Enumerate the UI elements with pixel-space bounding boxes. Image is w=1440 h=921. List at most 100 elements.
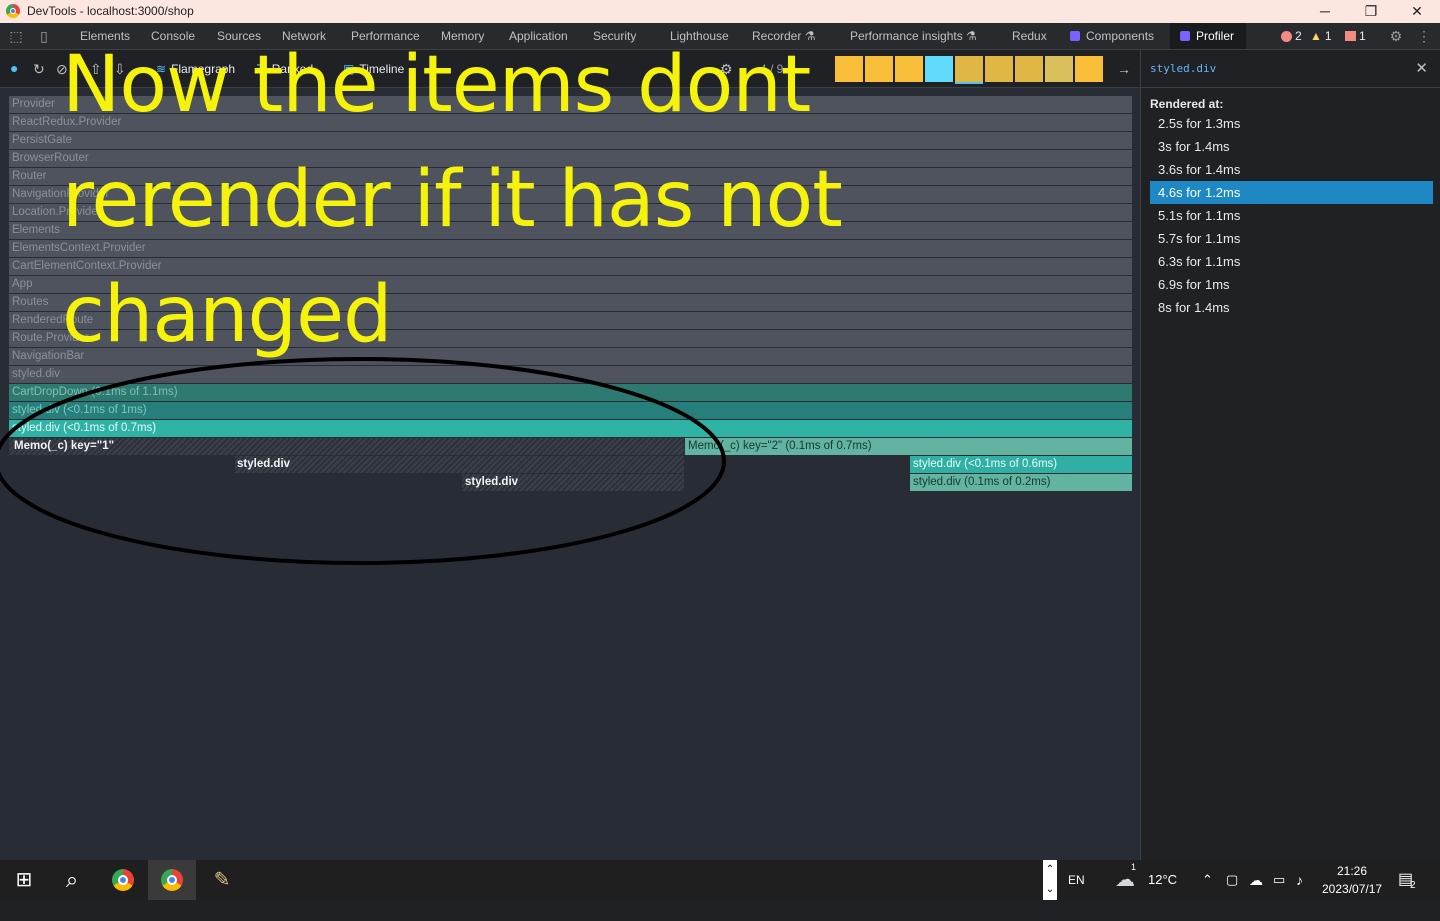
chrome-app-icon[interactable] [112,869,134,891]
selected-component-name: styled.div [1150,62,1217,75]
flamegraph-icon: ≋ [156,62,167,76]
save-profile-icon[interactable]: ⇩ [114,61,126,78]
render-list-item[interactable]: 3.6s for 1.4ms [1150,158,1433,181]
inspect-element-icon[interactable]: ⬚ [7,27,25,45]
flame-bar[interactable]: ReactRedux.Provider [9,114,1132,131]
profiler-toolbar: ● ↻ ⊘ ⇧ ⇩ ≋ Flamegraph ☰ Ranked ▣ Timeline … [0,50,1140,88]
tab-performance-insights[interactable]: Performance insights ⚗ [850,23,977,49]
render-list-item[interactable]: 5.7s for 1.1ms [1150,227,1433,250]
flame-bar[interactable]: Route.Provider [9,330,1132,347]
flame-bar[interactable]: styled.div [235,456,684,473]
meet-now-icon[interactable]: ▢ [1226,860,1238,900]
windows-start-icon[interactable]: ⊞ [0,860,48,900]
clock-date[interactable]: 2023/07/17 [1322,881,1382,921]
commit-bar[interactable] [835,56,863,82]
clear-profile-icon[interactable]: ⊘ [56,61,68,78]
flame-bar[interactable]: styled.div [9,366,1132,383]
warning-count-badge[interactable]: ▲ 1 [1310,28,1332,44]
temperature[interactable]: 12°C [1148,860,1177,900]
flame-bar[interactable]: PersistGate [9,132,1132,149]
commit-bar[interactable] [1015,56,1043,82]
language-indicator[interactable]: EN [1068,860,1085,900]
show-hidden-icons-icon[interactable]: ⌃ [1202,860,1213,900]
render-list-item[interactable]: 2.5s for 1.3ms [1150,112,1433,135]
flame-bar[interactable]: Routes [9,294,1132,311]
tab-lighthouse[interactable]: Lighthouse [670,23,729,49]
weather-alert-badge: 1 [1131,862,1137,872]
tab-sources[interactable]: Sources [217,23,261,49]
close-panel-icon[interactable]: ✕ [1415,59,1428,77]
commit-bar[interactable] [925,56,953,82]
flame-bar[interactable]: NavigationBar [9,348,1132,365]
commit-bar[interactable] [895,56,923,82]
scroll-arrows-icon[interactable]: ⌃ ⌄ [1043,860,1057,900]
restore-button[interactable]: ❐ [1348,0,1394,23]
load-profile-icon[interactable]: ⇧ [90,61,102,78]
flame-bar[interactable]: styled.div (0.1ms of 0.2ms) [910,474,1132,491]
tab-performance[interactable]: Performance [351,23,420,49]
tab-memory[interactable]: Memory [441,23,484,49]
flame-bar[interactable]: NavigationProvider [9,186,1132,203]
flamegraph-mode-button[interactable]: ≋ Flamegraph [156,62,235,76]
settings-gear-icon[interactable]: ⚙ [1387,27,1405,45]
error-count-badge[interactable]: 2 [1281,28,1302,44]
flame-bar[interactable]: Memo(_c) key="2" (0.1ms of 0.7ms) [685,438,1132,455]
reload-profile-icon[interactable]: ↻ [33,61,45,78]
tab-components[interactable]: Components [1070,23,1154,49]
flame-bar[interactable]: Location.Provider [9,204,1132,221]
flame-bar[interactable]: Memo(_c) key="1" [9,438,684,455]
tab-elements[interactable]: Elements [80,23,130,49]
tab-network[interactable]: Network [282,23,326,49]
paint-app-icon[interactable]: ✎ [200,860,244,900]
volume-icon[interactable]: ♪ [1296,860,1303,900]
render-list-item[interactable]: 6.9s for 1ms [1150,273,1433,296]
render-list-item[interactable]: 3s for 1.4ms [1150,135,1433,158]
flame-bar[interactable]: styled.div (<0.1ms of 0.6ms) [910,456,1132,473]
tab-components-label: Components [1086,29,1155,43]
commit-bar[interactable] [1075,56,1103,82]
devtools-tab-bar: ⬚ ▯ Elements Console Sources Network Per… [0,23,1440,50]
commit-bar[interactable] [865,56,893,82]
flame-bar[interactable]: CartDropDown (0.1ms of 1.1ms) [9,384,1132,401]
profiler-settings-icon[interactable]: ⚙ [720,61,733,78]
flame-bar[interactable]: CartElementContext.Provider [9,258,1132,275]
flame-bar[interactable]: BrowserRouter [9,150,1132,167]
flame-bar[interactable]: Router [9,168,1132,185]
commit-bar[interactable] [1045,56,1073,82]
flame-bar[interactable]: ElementsContext.Provider [9,240,1132,257]
onedrive-icon[interactable]: ☁ [1249,860,1263,900]
issues-count-badge[interactable]: 1 [1345,28,1366,44]
flame-bar[interactable]: styled.div (<0.1ms of 0.7ms) [9,420,1132,437]
ranked-mode-button[interactable]: ☰ Ranked [256,62,313,76]
network-icon[interactable]: ▭ [1273,860,1285,900]
record-icon[interactable]: ● [10,60,18,76]
commit-bar[interactable] [955,56,983,82]
render-list-item[interactable]: 4.6s for 1.2ms [1150,181,1433,204]
flame-bar[interactable]: App [9,276,1132,293]
flame-bar[interactable]: RenderedRoute [9,312,1132,329]
tab-profiler[interactable]: Profiler [1170,23,1247,49]
close-window-button[interactable]: ✕ [1394,0,1440,23]
minimize-button[interactable]: ─ [1302,0,1348,23]
render-list-item[interactable]: 5.1s for 1.1ms [1150,204,1433,227]
next-commit-arrow-icon[interactable]: → [1117,61,1131,77]
tab-console[interactable]: Console [151,23,195,49]
commit-bar-chart [835,56,1103,82]
render-list-item[interactable]: 8s for 1.4ms [1150,296,1433,319]
flame-bar[interactable]: styled.div [462,474,684,491]
more-options-icon[interactable]: ⋮ [1415,27,1433,45]
tab-recorder[interactable]: Recorder ⚗ [752,23,815,49]
search-icon[interactable]: ⌕ [48,860,96,900]
panel-header: styled.div ✕ [1141,50,1440,88]
chrome-devtools-app-icon[interactable] [161,869,183,891]
commit-bar[interactable] [985,56,1013,82]
device-toolbar-icon[interactable]: ▯ [35,27,53,45]
flame-bar[interactable]: Provider [9,96,1132,113]
tab-application[interactable]: Application [509,23,568,49]
flame-bar[interactable]: styled.div (<0.1ms of 1ms) [9,402,1132,419]
render-list-item[interactable]: 6.3s for 1.1ms [1150,250,1433,273]
tab-redux[interactable]: Redux [1012,23,1047,49]
timeline-mode-button[interactable]: ▣ Timeline [343,62,404,76]
tab-security[interactable]: Security [593,23,636,49]
flame-bar[interactable]: Elements [9,222,1132,239]
